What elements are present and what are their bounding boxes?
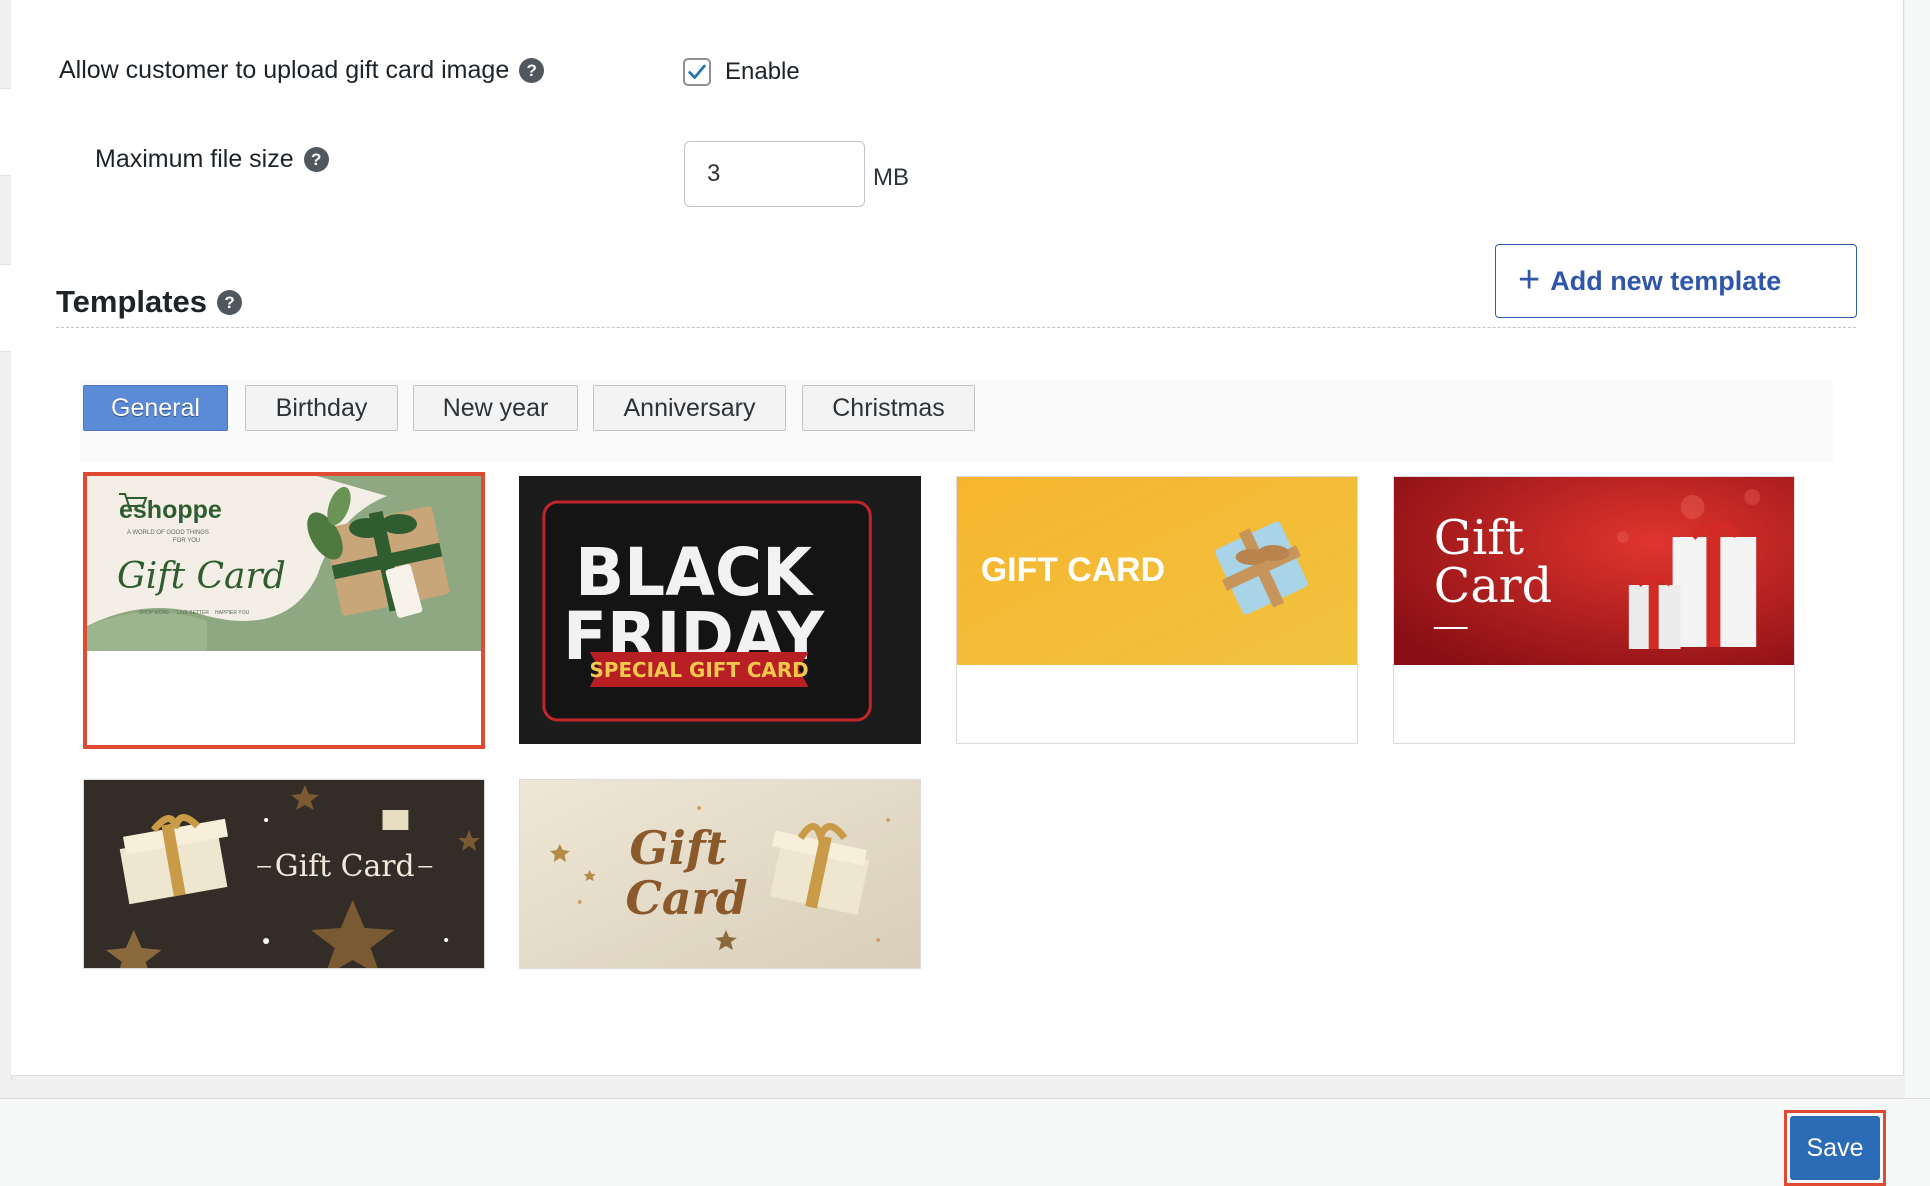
template-card-black-friday[interactable]: BLACK FRIDAY SPECIAL GIFT CARD	[519, 476, 921, 744]
help-icon[interactable]: ?	[303, 147, 329, 172]
svg-text:FOR YOU: FOR YOU	[173, 538, 200, 544]
add-new-template-button[interactable]: + Add new template	[1495, 244, 1857, 318]
svg-text:HAPPIER YOU: HAPPIER YOU	[215, 610, 249, 616]
help-icon[interactable]: ?	[217, 289, 243, 315]
help-icon[interactable]: ?	[519, 58, 545, 83]
template-image: Gift Card	[520, 780, 920, 968]
max-file-size-label: Maximum file size	[95, 145, 294, 173]
tab-general[interactable]: General	[83, 385, 228, 431]
templates-title: Templates	[56, 284, 208, 319]
svg-text:Gift: Gift	[629, 821, 726, 875]
settings-page: { "upload_setting": { "label": "Allow cu…	[0, 0, 1930, 1186]
svg-text:Gift: Gift	[1434, 511, 1524, 566]
svg-text:Gift Card: Gift Card	[117, 556, 286, 597]
add-template-label: Add new template	[1550, 265, 1782, 296]
svg-text:Card: Card	[625, 871, 747, 925]
file-size-unit: MB	[873, 164, 909, 191]
enable-checkbox-label[interactable]: Enable	[725, 58, 800, 86]
svg-text:GIFT CARD: GIFT CARD	[981, 551, 1165, 589]
right-gutter	[1905, 0, 1930, 1098]
max-file-size-row: Maximum file size ?	[95, 145, 329, 174]
section-divider	[56, 327, 1856, 328]
side-strip-segment	[0, 264, 11, 352]
svg-text:SHOP MORE: SHOP MORE	[139, 610, 170, 616]
svg-text:SPECIAL GIFT CARD: SPECIAL GIFT CARD	[590, 658, 809, 682]
template-card-cream[interactable]: Gift Card	[519, 779, 921, 969]
settings-footer	[0, 1098, 1930, 1186]
upload-setting-row: Allow customer to upload gift card image…	[59, 56, 545, 85]
svg-text:LIVE BETTER: LIVE BETTER	[177, 610, 209, 616]
svg-text:Gift Card: Gift Card	[275, 849, 415, 884]
upload-setting-label: Allow customer to upload gift card image	[59, 56, 510, 84]
save-button[interactable]: Save	[1790, 1116, 1880, 1180]
tab-christmas[interactable]: Christmas	[802, 385, 975, 431]
template-image: Gift Card	[1394, 477, 1794, 665]
checkmark-icon	[688, 64, 706, 79]
tab-anniversary[interactable]: Anniversary	[593, 385, 786, 431]
template-card-red[interactable]: Gift Card	[1393, 476, 1795, 744]
max-file-size-input[interactable]	[684, 141, 865, 207]
template-image: Gift Card	[84, 780, 484, 968]
template-image: GIFT CARD	[957, 477, 1357, 665]
template-image: eshoppe A WORLD OF GOOD THINGS FOR YOU G…	[87, 476, 481, 651]
svg-text:A WORLD OF GOOD THINGS: A WORLD OF GOOD THINGS	[127, 530, 209, 536]
template-card-eshoppe[interactable]: eshoppe A WORLD OF GOOD THINGS FOR YOU G…	[83, 472, 485, 749]
tab-new-year[interactable]: New year	[413, 385, 578, 431]
svg-text:eshoppe: eshoppe	[119, 496, 222, 524]
plus-icon: +	[1518, 258, 1541, 301]
template-image: BLACK FRIDAY SPECIAL GIFT CARD	[520, 477, 920, 743]
enable-upload-checkbox[interactable]	[683, 58, 711, 86]
tab-birthday[interactable]: Birthday	[245, 385, 398, 431]
svg-text:Card: Card	[1434, 559, 1552, 614]
templates-heading: Templates ?	[56, 284, 243, 320]
template-card-dark[interactable]: Gift Card	[83, 779, 485, 969]
template-card-yellow[interactable]: GIFT CARD	[956, 476, 1358, 744]
side-strip-segment	[0, 88, 11, 176]
